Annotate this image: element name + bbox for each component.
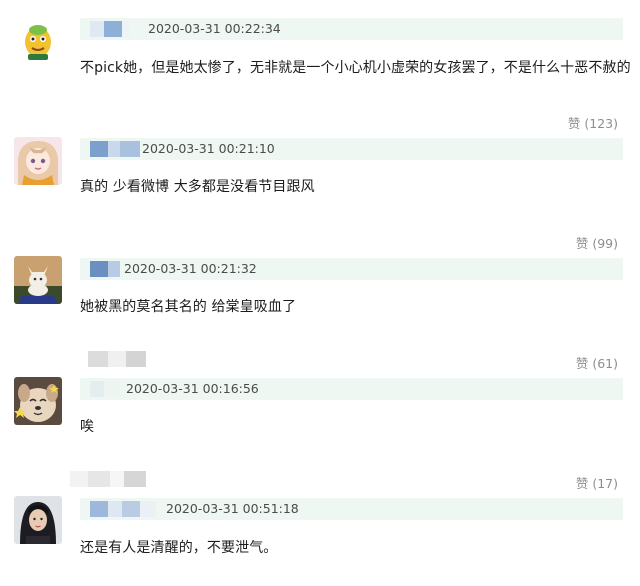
blurred-username [90, 261, 120, 277]
comment-header: 2020-03-31 00:21:10 [80, 138, 623, 160]
comment-item: 2020-03-31 00:21:32 她被黑的莫名其名的 给棠皇吸血了 赞 (6… [0, 240, 640, 371]
avatar-dog-icon[interactable] [14, 377, 62, 425]
comment-timestamp: 2020-03-31 00:21:32 [124, 261, 257, 276]
comment-timestamp: 2020-03-31 00:21:10 [142, 141, 275, 156]
comment-text: 她被黑的莫名其名的 给棠皇吸血了 [80, 299, 297, 315]
comment-header: 2020-03-31 00:51:18 [80, 498, 623, 520]
comment-header: 2020-03-31 00:16:56 [80, 378, 623, 400]
comment-text: 不pick她，但是她太惨了，无非就是一个小心机小虚荣的女孩罢了，不是什么十恶不赦… [80, 60, 631, 76]
comment-item: 2020-03-31 00:21:10 真的 少看微博 大多都是没看节目跟风 赞… [0, 120, 640, 251]
comment-text: 还是有人是清醒的，不要泄气。 [80, 540, 278, 556]
avatar-girl-photo-icon[interactable] [14, 496, 62, 544]
comment-timestamp: 2020-03-31 00:51:18 [166, 501, 299, 516]
blurred-username [90, 501, 156, 517]
blurred-username [90, 381, 120, 397]
comment-item: 2020-03-31 00:16:56 唉 赞 (17) [0, 360, 640, 491]
comment-header: 2020-03-31 00:21:32 [80, 258, 623, 280]
blurred-username [90, 141, 142, 157]
comment-timestamp: 2020-03-31 00:22:34 [148, 21, 281, 36]
comment-item: 2020-03-31 00:51:18 还是有人是清醒的，不要泄气。 [0, 480, 640, 586]
avatar-anime-girl-icon[interactable] [14, 137, 62, 185]
avatar-cartoon-green-icon[interactable] [14, 16, 62, 64]
comment-text: 真的 少看微博 大多都是没看节目跟风 [80, 179, 315, 195]
comment-timestamp: 2020-03-31 00:16:56 [126, 381, 259, 396]
blurred-username [90, 21, 130, 37]
avatar-cat-icon[interactable] [14, 256, 62, 304]
comment-text: 唉 [80, 419, 95, 435]
comment-list: 2020-03-31 00:22:34 不pick她，但是她太惨了，无非就是一个… [0, 0, 640, 586]
comment-item: 2020-03-31 00:22:34 不pick她，但是她太惨了，无非就是一个… [0, 0, 640, 131]
comment-header: 2020-03-31 00:22:34 [80, 18, 623, 40]
